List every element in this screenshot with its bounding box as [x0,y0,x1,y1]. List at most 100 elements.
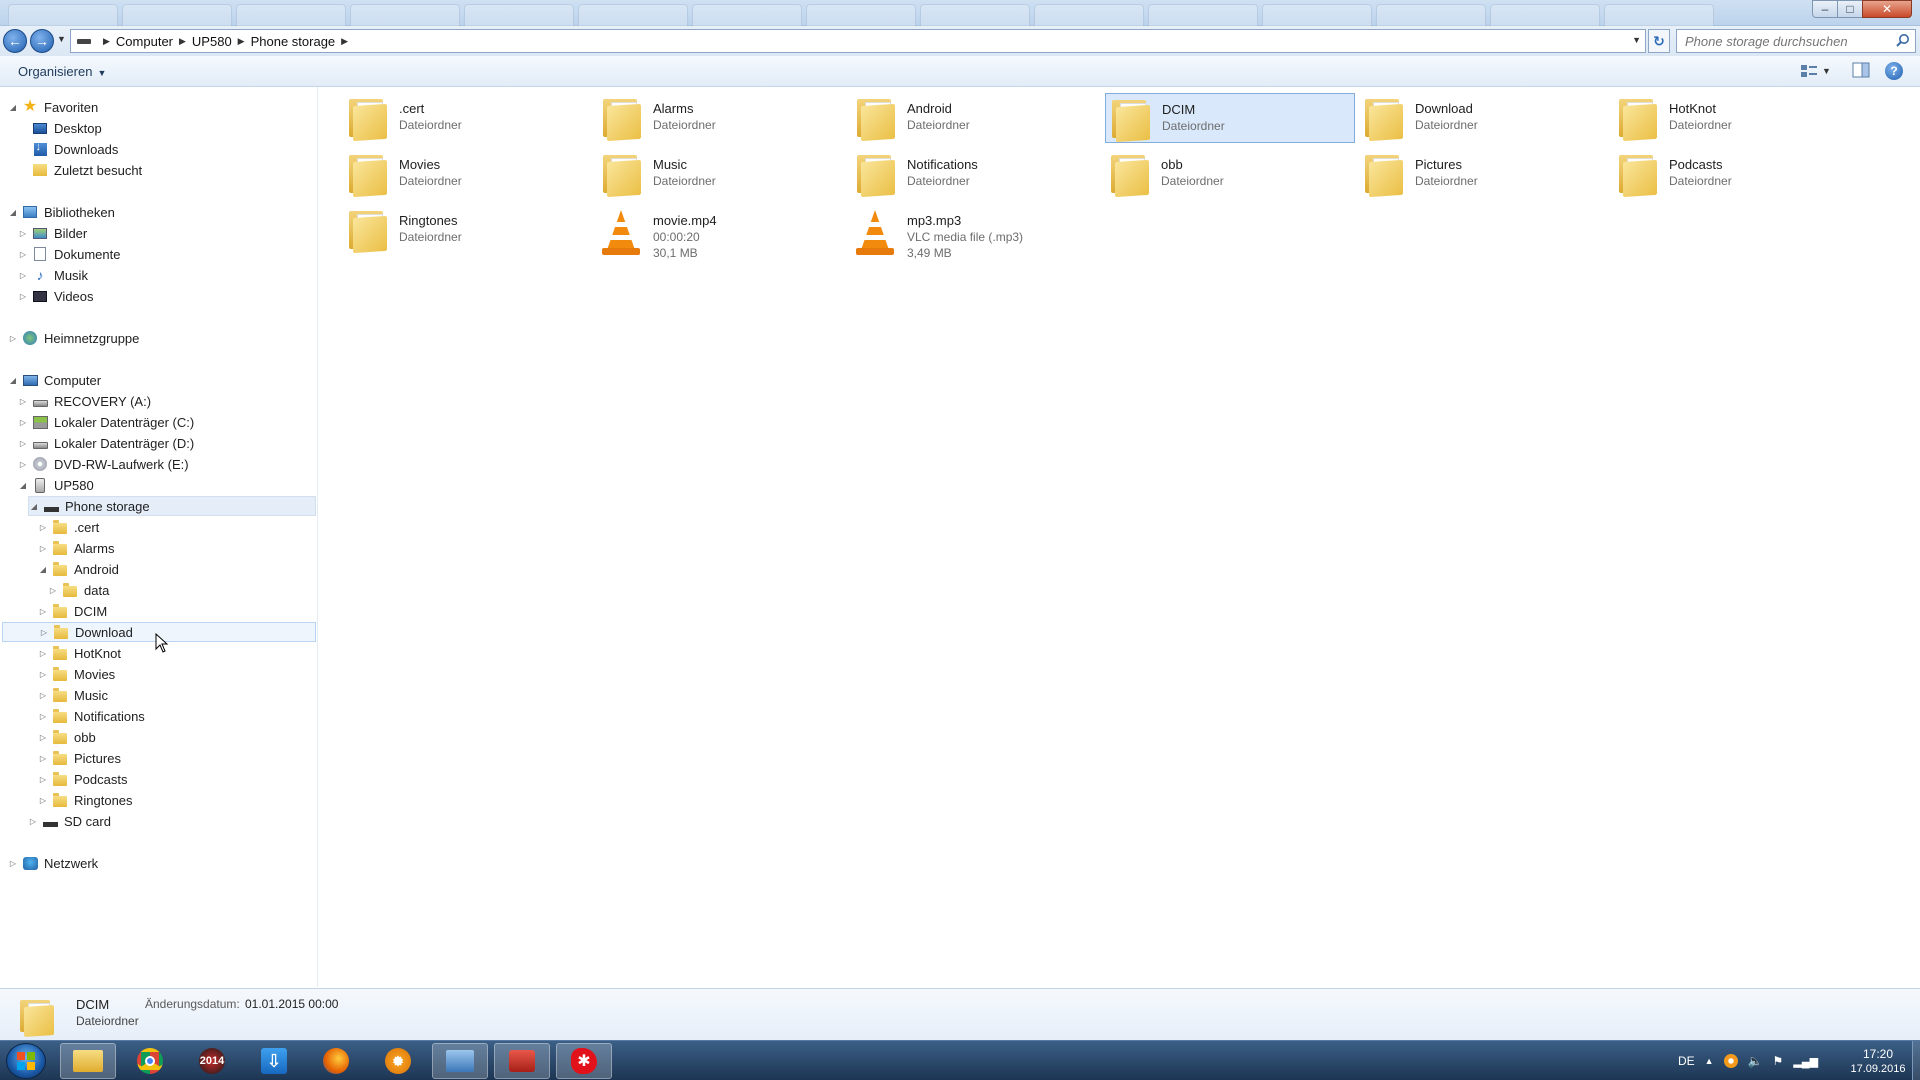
search-icon[interactable] [1895,33,1911,49]
expand-arrow-icon[interactable]: ▷ [28,817,38,826]
breadcrumb-separator-icon[interactable]: ▶ [179,36,186,47]
organize-button[interactable]: Organisieren ▼ [18,64,106,79]
sidebar-item-folder-android[interactable]: ◢ Android [38,559,119,579]
folder-item[interactable]: HotKnot Dateiordner [1613,93,1863,143]
sidebar-item-phone-storage[interactable]: ◢ Phone storage [28,496,316,516]
folder-item[interactable]: .cert Dateiordner [343,93,593,143]
expand-arrow-icon[interactable]: ▷ [38,544,48,553]
help-button[interactable]: ? [1885,62,1903,80]
sidebar-item-folder-movies[interactable]: ▷ Movies [38,664,115,684]
folder-item[interactable]: Download Dateiordner [1359,93,1609,143]
action-center-flag-icon[interactable]: ⚑ [1773,1054,1784,1068]
network-signal-icon[interactable]: ▂▄▆ [1793,1055,1818,1068]
folder-item[interactable]: Notifications Dateiordner [851,149,1101,199]
taskbar-app-toolbox[interactable] [494,1043,550,1079]
sidebar-item-drive-d[interactable]: ▷ Lokaler Datenträger (D:) [18,433,194,453]
refresh-button[interactable]: ↻ [1648,29,1670,53]
expand-arrow-icon[interactable]: ▷ [18,292,28,301]
sidebar-item-computer[interactable]: ◢ Computer [8,370,101,390]
sidebar-item-drive-e[interactable]: ▷ DVD-RW-Laufwerk (E:) [18,454,189,474]
taskbar-app-settings[interactable]: ⚙ [370,1043,426,1079]
expand-arrow-icon[interactable]: ▷ [38,649,48,658]
collapse-arrow-icon[interactable]: ◢ [8,208,18,217]
preview-pane-button[interactable] [1852,62,1870,80]
taskbar-app-firefox[interactable] [308,1043,364,1079]
sidebar-item-desktop[interactable]: Desktop [18,118,102,138]
expand-arrow-icon[interactable]: ▷ [39,628,49,637]
sidebar-item-recent[interactable]: Zuletzt besucht [18,160,142,180]
sidebar-item-folder-data[interactable]: ▷ data [48,580,109,600]
expand-arrow-icon[interactable]: ▷ [18,271,28,280]
expand-arrow-icon[interactable]: ▷ [38,670,48,679]
tray-app-icon[interactable] [1723,1054,1738,1068]
sidebar-item-favorites[interactable]: ◢ ★ Favoriten [8,97,98,117]
collapse-arrow-icon[interactable]: ◢ [18,481,28,490]
sidebar-item-libraries[interactable]: ◢ Bibliotheken [8,202,115,222]
expand-arrow-icon[interactable]: ▷ [38,733,48,742]
expand-arrow-icon[interactable]: ▷ [18,250,28,259]
sidebar-item-folder-podcasts[interactable]: ▷ Podcasts [38,769,127,789]
folder-item[interactable]: obb Dateiordner [1105,149,1355,199]
expand-arrow-icon[interactable]: ▷ [8,859,18,868]
breadcrumb-computer[interactable]: Computer [116,34,173,49]
folder-item[interactable]: Podcasts Dateiordner [1613,149,1863,199]
sidebar-item-homegroup[interactable]: ▷ Heimnetzgruppe [8,328,139,348]
sidebar-item-folder-cert[interactable]: ▷ .cert [38,517,99,537]
folder-item[interactable]: Music Dateiordner [597,149,847,199]
breadcrumb-separator-icon[interactable]: ▶ [103,36,110,47]
sidebar-item-drive-c[interactable]: ▷ Lokaler Datenträger (C:) [18,412,194,432]
taskbar-app-2014[interactable]: 2014 [184,1043,240,1079]
search-input[interactable] [1685,33,1885,49]
expand-arrow-icon[interactable]: ▷ [38,796,48,805]
collapse-arrow-icon[interactable]: ◢ [29,502,39,511]
sidebar-item-folder-alarms[interactable]: ▷ Alarms [38,538,114,558]
sidebar-item-sd-card[interactable]: ▷ SD card [28,811,111,831]
file-item[interactable]: mp3.mp3 VLC media file (.mp3) 3,49 MB [851,205,1101,260]
taskbar-app-downloader[interactable]: ⇩ [246,1043,302,1079]
taskbar-app-explorer[interactable] [60,1043,116,1079]
language-indicator[interactable]: DE [1678,1054,1695,1068]
expand-arrow-icon[interactable]: ▷ [18,397,28,406]
sidebar-item-documents-library[interactable]: ▷ Dokumente [18,244,121,264]
breadcrumb-separator-icon[interactable]: ▶ [341,36,348,47]
expand-arrow-icon[interactable]: ▷ [38,607,48,616]
file-item[interactable]: movie.mp4 00:00:20 30,1 MB [597,205,847,260]
folder-item[interactable]: Movies Dateiordner [343,149,593,199]
breadcrumb-separator-icon[interactable]: ▶ [238,36,245,47]
start-button[interactable] [6,1043,46,1079]
close-button[interactable]: ✕ [1862,0,1912,18]
folder-item[interactable]: Pictures Dateiordner [1359,149,1609,199]
search-box[interactable] [1676,29,1916,53]
collapse-arrow-icon[interactable]: ◢ [8,103,18,112]
expand-arrow-icon[interactable]: ▷ [18,460,28,469]
recent-pages-dropdown[interactable]: ▼ [57,34,66,44]
maximize-button[interactable]: □ [1837,0,1863,18]
sidebar-item-drive-a[interactable]: ▷ RECOVERY (A:) [18,391,151,411]
expand-arrow-icon[interactable]: ▷ [38,754,48,763]
sidebar-item-folder-notifications[interactable]: ▷ Notifications [38,706,145,726]
sidebar-item-folder-hotknot[interactable]: ▷ HotKnot [38,643,121,663]
expand-arrow-icon[interactable]: ▷ [18,418,28,427]
forward-button[interactable]: → [30,29,54,53]
address-dropdown-button[interactable]: ▼ [1632,35,1641,45]
breadcrumb-up580[interactable]: UP580 [192,34,232,49]
sidebar-item-music-library[interactable]: ▷ ♪ Musik [18,265,88,285]
folder-item[interactable]: Alarms Dateiordner [597,93,847,143]
minimize-button[interactable]: – [1812,0,1838,18]
sidebar-item-folder-music[interactable]: ▷ Music [38,685,108,705]
sidebar-item-folder-obb[interactable]: ▷ obb [38,727,96,747]
collapse-arrow-icon[interactable]: ◢ [8,376,18,385]
sidebar-item-folder-pictures[interactable]: ▷ Pictures [38,748,121,768]
back-button[interactable]: ← [3,29,27,53]
expand-arrow-icon[interactable]: ▷ [18,439,28,448]
expand-arrow-icon[interactable]: ▷ [48,586,58,595]
taskbar-app-chrome[interactable] [122,1043,178,1079]
change-view-button[interactable]: ▼ [1800,62,1836,80]
taskbar-app-control-panel[interactable] [432,1043,488,1079]
expand-arrow-icon[interactable]: ▷ [38,691,48,700]
folder-item[interactable]: Ringtones Dateiordner [343,205,593,255]
expand-arrow-icon[interactable]: ▷ [38,712,48,721]
address-bar[interactable]: ▶ Computer ▶ UP580 ▶ Phone storage ▶ ▼ [70,29,1646,53]
sidebar-item-pictures-library[interactable]: ▷ Bilder [18,223,87,243]
sidebar-item-network[interactable]: ▷ Netzwerk [8,853,98,873]
